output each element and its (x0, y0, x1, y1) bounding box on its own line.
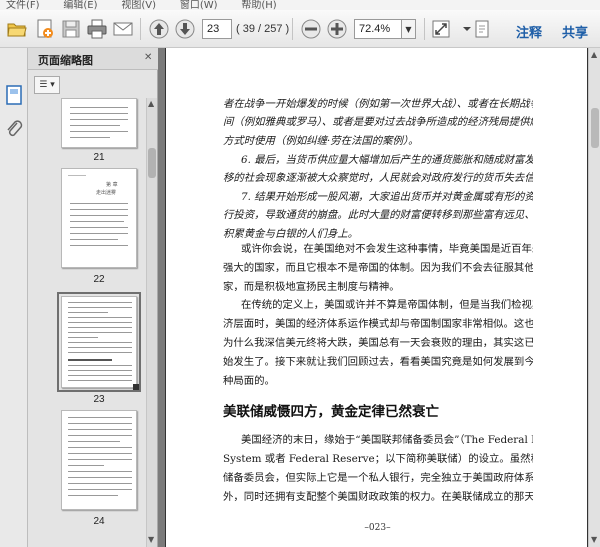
page-count: ( 39 / 257 ) (236, 23, 290, 35)
list-item-6: 6. 最后，当货币供应量大幅增加后产生的通货膨胀和随成财富发生转 移的社会现象逐… (223, 151, 533, 188)
text-line: 或许你会说，在美国绝对不会发生这种事情，毕竟美国是近百年来最 (241, 243, 533, 255)
page-thumbnail[interactable]: 第 章 走出迷雾 (61, 168, 137, 268)
intro-paragraph: 者在战争一开始爆发的时候（例如第一次世界大战）、或者在长期战争期 间（例如雅典或… (223, 95, 533, 150)
body-paragraph: 在传统的定义上，美国或许并不算是帝国体制，但是当我们检视其经 济层面时，美国的经… (223, 296, 533, 391)
text-line: 方式时使用（例如纠缠·劳在法国的案例）。 (223, 134, 419, 147)
text-line: 6. 最后，当货币供应量大幅增加后产生的通货膨胀和随成财富发生转 (241, 154, 533, 166)
page-thumbnail[interactable] (61, 98, 137, 148)
panel-header: 页面缩略图 ✕ (28, 48, 158, 70)
scroll-down-icon[interactable]: ▼ (591, 535, 597, 544)
previous-page-icon[interactable] (148, 18, 170, 40)
thumbnail-chapter-number: 第 章 (106, 182, 118, 188)
body-paragraph: 或许你会说，在美国绝对不会发生这种事情，毕竟美国是近百年来最 强大的国家，而且它… (223, 240, 533, 297)
menu-file[interactable]: 文件(F) (6, 1, 40, 11)
page-thumbnail-selected[interactable] (57, 292, 141, 392)
thumbnail-chapter-title: 走出迷雾 (96, 190, 117, 196)
scroll-up-icon[interactable]: ▲ (148, 99, 154, 108)
zoom-level-input[interactable]: 72.4% (354, 19, 402, 39)
thumbnail-panel: 页面缩略图 ✕ ☰ ▾ ▲ ▼ 21 第 章 走出迷雾 22 23 24 (28, 48, 158, 547)
zoom-dropdown-chevron-icon[interactable]: ▼ (402, 19, 416, 39)
text-line: 在传统的定义上，美国或许并不算是帝国体制，但是当我们检视其经 (241, 299, 533, 311)
toolbar-separator (140, 18, 141, 40)
navigation-strip (0, 48, 28, 547)
print-icon[interactable] (86, 18, 108, 40)
page-mode-icon[interactable] (472, 18, 494, 40)
page-number-input[interactable]: 23 (202, 19, 232, 39)
attachments-icon[interactable] (4, 118, 24, 140)
thumbnail-label: 21 (93, 152, 105, 163)
text-line: 济层面时，美国的经济体系运作模式却与帝国制国家非常相似。这也就是 (223, 318, 533, 330)
text-line: System 或者 Federal Reserve；以下简称美联储）的设立。虽然… (223, 453, 533, 465)
next-page-icon[interactable] (174, 18, 196, 40)
thumbnail-label: 22 (93, 274, 105, 285)
menu-view[interactable]: 视图(V) (121, 1, 156, 11)
scroll-thumb[interactable] (148, 148, 156, 178)
panel-title: 页面缩略图 (38, 54, 93, 67)
document-page: 者在战争一开始爆发的时候（例如第一次世界大战）、或者在长期战争期 间（例如雅典或… (165, 48, 588, 547)
scroll-down-icon[interactable]: ▼ (148, 535, 154, 544)
text-line: 移的社会现象逐渐被大众察觉时，人民就会对政府发行的货币失去信心。 (223, 172, 533, 185)
create-pdf-icon[interactable] (34, 18, 56, 40)
text-line: 间（例如雅典或罗马）、或者是要对过去战争所造成的经济残局提供解套 (223, 116, 533, 129)
text-line: 始发生了。接下来就让我们回顾过去，看看美国究竟是如何发展到今天这 (223, 356, 533, 368)
text-line: 强大的国家，而且它根本不是帝国的体制。因为我们不会去征服其他国 (223, 262, 533, 274)
text-line: 行投资，导致通货的崩盘。此时大量的财富便转移到那些富有远见、提早 (223, 209, 533, 222)
thumbnail-scrollbar[interactable]: ▲ ▼ (146, 98, 157, 547)
list-item-7: 7. 结果开始形成一股风潮，大家追出货币并对黄金属或有形的资产进 行投资，导致通… (223, 188, 533, 243)
text-line: 储备委员会，但实际上它是一个私人银行，完全独立于美国政府体系之 (223, 472, 533, 484)
email-icon[interactable] (112, 18, 134, 40)
menu-bar: 文件(F) 编辑(E) 视图(V) 窗口(W) 帮助(H) (0, 0, 600, 10)
share-button[interactable]: 共享 (562, 22, 588, 41)
scroll-thumb[interactable] (591, 108, 599, 148)
text-line: 者在战争一开始爆发的时候（例如第一次世界大战）、或者在长期战争期 (223, 98, 533, 110)
text-line: 种局面的。 (223, 375, 275, 387)
section-heading: 美联储威慑四方，黄金定律已然衰亡 (223, 404, 439, 420)
fit-dropdown-chevron-icon[interactable] (456, 18, 471, 40)
text-line: 美国经济的末日，缘始于“美国联邦储备委员会”（The Federal Reser… (241, 434, 533, 446)
text-line: 外，同时还拥有支配整个美国财政政策的权力。在美联储成立的那天起， (223, 491, 533, 503)
page-thumbnails-icon[interactable] (4, 84, 24, 106)
text-line: 为什么我深信美元终将大跌，美国总有一天会衰败的理由，其实这已经开 (223, 337, 533, 349)
open-folder-icon[interactable] (6, 18, 28, 40)
page-thumbnail[interactable] (61, 410, 137, 510)
save-icon[interactable] (60, 18, 82, 40)
text-line: 7. 结果开始形成一股风潮，大家追出货币并对黄金属或有形的资产进 (241, 191, 533, 203)
document-scrollbar[interactable]: ▲ ▼ (588, 48, 600, 547)
thumbnail-label: 24 (93, 516, 105, 527)
document-viewport[interactable]: 者在战争一开始爆发的时候（例如第一次世界大战）、或者在长期战争期 间（例如雅典或… (158, 48, 600, 547)
thumbnail-label: 23 (93, 394, 105, 405)
annotate-button[interactable]: 注释 (516, 22, 542, 41)
body-paragraph: 美国经济的末日，缘始于“美国联邦储备委员会”（The Federal Reser… (223, 431, 533, 507)
page-number: –023– (364, 523, 391, 533)
toolbar-separator (424, 18, 425, 40)
resize-handle[interactable] (133, 384, 139, 390)
menu-edit[interactable]: 编辑(E) (63, 1, 97, 11)
menu-window[interactable]: 窗口(W) (180, 1, 218, 11)
zoom-in-icon[interactable] (326, 18, 348, 40)
zoom-out-icon[interactable] (300, 18, 322, 40)
panel-options-button[interactable]: ☰ ▾ (34, 76, 60, 94)
close-panel-icon[interactable]: ✕ (144, 52, 152, 63)
menu-help[interactable]: 帮助(H) (241, 1, 276, 11)
text-line: 家，而是积极地宣扬民主制度与精神。 (223, 281, 400, 293)
scroll-up-icon[interactable]: ▲ (591, 50, 597, 59)
fit-window-icon[interactable] (430, 18, 452, 40)
toolbar: 23 ( 39 / 257 ) 72.4% ▼ 注释 共享 (0, 10, 600, 48)
toolbar-separator (292, 18, 293, 40)
